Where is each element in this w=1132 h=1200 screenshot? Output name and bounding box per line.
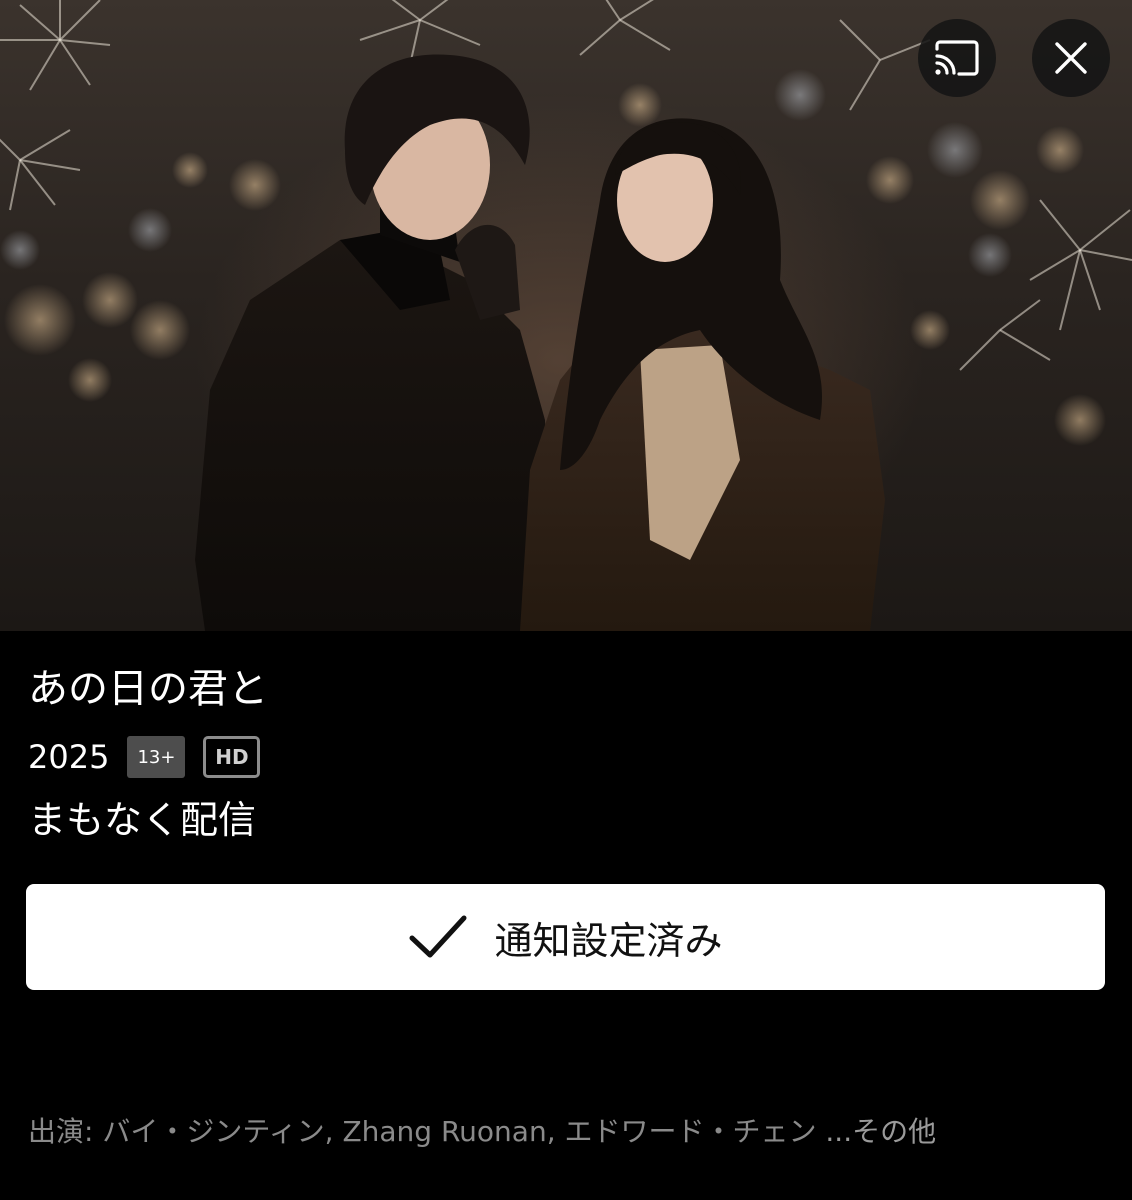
hero-image bbox=[0, 0, 1132, 631]
maturity-rating-badge: 13+ bbox=[127, 736, 186, 778]
cast-names: バイ・ジンティン, Zhang Ruonan, エドワード・チェン bbox=[102, 1115, 817, 1148]
check-icon bbox=[408, 914, 468, 960]
hd-badge: HD bbox=[203, 736, 261, 778]
close-icon bbox=[1055, 42, 1087, 74]
close-button[interactable] bbox=[1032, 19, 1110, 97]
cast-more-link[interactable]: ...その他 bbox=[817, 1115, 936, 1148]
cast-list: 出演: バイ・ジンティン, Zhang Ruonan, エドワード・チェン ..… bbox=[28, 1112, 936, 1152]
woman-figure bbox=[520, 118, 885, 631]
man-figure bbox=[195, 54, 555, 631]
notification-set-label: 通知設定済み bbox=[494, 918, 723, 963]
cast-icon bbox=[935, 40, 979, 76]
show-title: あの日の君と bbox=[28, 666, 268, 712]
cast-prefix: 出演: bbox=[28, 1115, 103, 1148]
availability-status: まもなく配信 bbox=[28, 798, 257, 842]
release-year: 2025 bbox=[28, 738, 110, 776]
meta-row: 2025 13+ HD bbox=[28, 735, 261, 779]
bokeh-lights bbox=[0, 69, 1106, 446]
notification-set-button[interactable]: 通知設定済み bbox=[26, 884, 1105, 990]
cast-button[interactable] bbox=[918, 19, 996, 97]
